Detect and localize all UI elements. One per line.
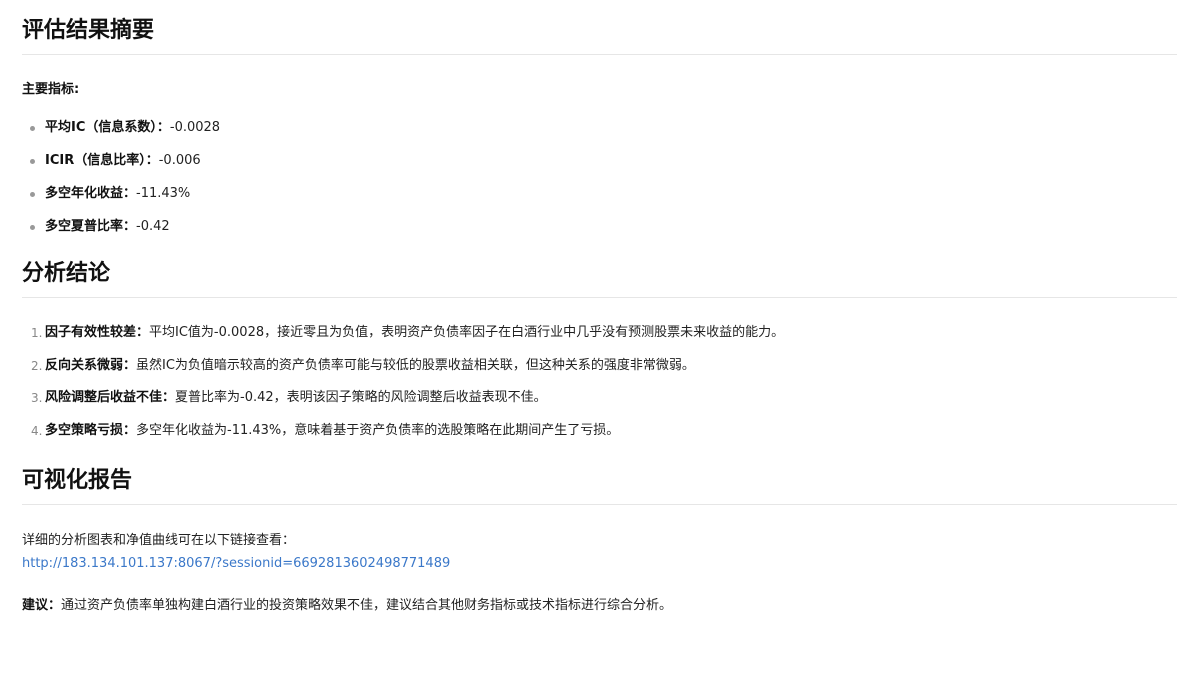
metric-label: 多空夏普比率： [45,219,137,234]
bullet-dot-icon [30,192,35,197]
summary-heading: 评估结果摘要 [22,16,1177,55]
conclusion-item: 1. 因子有效性较差：平均IC值为-0.0028，接近零且为负值，表明资产负债率… [22,324,1177,357]
metrics-list: 平均IC（信息系数）：-0.0028 ICIR（信息比率）：-0.006 多空年… [22,119,1177,251]
list-number: 3. [31,391,43,405]
bullet-dot-icon [30,159,35,164]
conclusion-label: 风险调整后收益不佳： [45,390,176,405]
conclusion-list: 1. 因子有效性较差：平均IC值为-0.0028，接近零且为负值，表明资产负债率… [22,324,1177,454]
conclusion-heading: 分析结论 [22,259,1177,298]
list-number: 1. [31,326,43,340]
report-link[interactable]: http://183.134.101.137:8067/?sessionid=6… [22,552,450,575]
metric-item-icir: ICIR（信息比率）：-0.006 [22,152,1177,185]
advice-label: 建议： [22,598,62,613]
conclusion-text: 夏普比率为-0.42，表明该因子策略的风险调整后收益表现不佳。 [175,390,547,405]
advice-paragraph: 建议：通过资产负债率单独构建白酒行业的投资策略效果不佳，建议结合其他财务指标或技… [22,597,1177,615]
conclusion-text: 多空年化收益为-11.43%，意味着基于资产负债率的选股策略在此期间产生了亏损。 [136,422,620,438]
metric-value: -0.006 [158,153,201,168]
metric-label: 多空年化收益： [45,186,137,201]
conclusion-label: 因子有效性较差： [45,325,150,340]
conclusion-item: 4. 多空策略亏损：多空年化收益为-11.43%，意味着基于资产负债率的选股策略… [22,422,1177,455]
metric-value: -11.43% [136,186,191,201]
bullet-dot-icon [30,126,35,131]
advice-text: 通过资产负债率单独构建白酒行业的投资策略效果不佳，建议结合其他财务指标或技术指标… [61,598,673,613]
metric-label: ICIR（信息比率）： [45,153,159,168]
conclusion-text: 平均IC值为-0.0028，接近零且为负值，表明资产负债率因子在白酒行业中几乎没… [149,325,785,340]
report-block: 详细的分析图表和净值曲线可在以下链接查看： http://183.134.101… [22,529,1177,575]
conclusion-text: 虽然IC为负值暗示较高的资产负债率可能与较低的股票收益相关联，但这种关系的强度非… [136,357,695,373]
conclusion-label: 多空策略亏损： [45,422,137,438]
conclusion-item: 2. 反向关系微弱：虽然IC为负值暗示较高的资产负债率可能与较低的股票收益相关联… [22,357,1177,390]
conclusion-item: 3. 风险调整后收益不佳：夏普比率为-0.42，表明该因子策略的风险调整后收益表… [22,389,1177,422]
metrics-label: 主要指标: [22,82,80,97]
report-intro: 详细的分析图表和净值曲线可在以下链接查看： [22,533,296,548]
list-number: 2. [31,358,43,373]
metric-value: -0.42 [136,219,170,234]
conclusion-label: 反向关系微弱： [45,357,137,373]
bullet-dot-icon [30,225,35,230]
list-number: 4. [31,423,43,438]
metric-item-sharpe: 多空夏普比率：-0.42 [22,218,1177,251]
metric-item-annual-return: 多空年化收益：-11.43% [22,185,1177,218]
report-heading: 可视化报告 [22,466,1177,505]
report-page: 评估结果摘要 主要指标: 平均IC（信息系数）：-0.0028 ICIR（信息比… [0,16,1177,680]
metric-label: 平均IC（信息系数）： [45,120,170,135]
metric-value: -0.0028 [169,120,221,135]
metric-item-avg-ic: 平均IC（信息系数）：-0.0028 [22,119,1177,152]
